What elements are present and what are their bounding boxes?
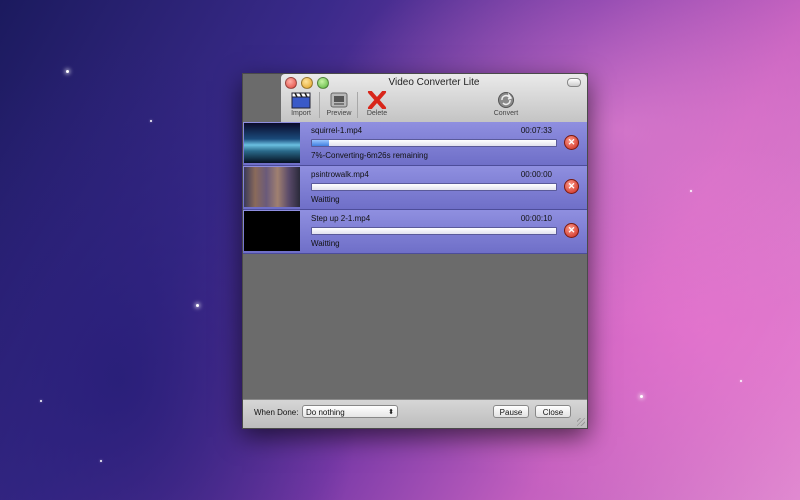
pause-button[interactable]: Pause: [493, 405, 529, 418]
job-status: Waitting: [311, 195, 340, 204]
preview-icon: [330, 92, 348, 108]
job-row[interactable]: Step up 2-1.mp4 00:00:10 Waitting ✕: [243, 210, 587, 254]
job-progress-bar: [311, 139, 557, 147]
star: [640, 395, 643, 398]
video-thumbnail: [244, 123, 300, 163]
close-button[interactable]: Close: [535, 405, 571, 418]
preview-button[interactable]: Preview: [319, 91, 359, 121]
delete-x-icon: [368, 91, 386, 109]
job-file-name: squirrel-1.mp4: [311, 126, 363, 135]
preview-label: Preview: [326, 110, 352, 117]
remove-job-icon[interactable]: ✕: [564, 223, 579, 238]
star: [150, 120, 152, 122]
job-progress-bar: [311, 183, 557, 191]
delete-button[interactable]: Delete: [357, 91, 397, 121]
clapperboard-icon: [291, 92, 311, 109]
convert-label: Convert: [493, 110, 519, 117]
job-status: 7%-Converting-6m26s remaining: [311, 151, 428, 160]
when-done-select[interactable]: Do nothing ⬍: [302, 405, 398, 418]
when-done-label: When Done:: [254, 408, 299, 417]
star: [100, 460, 102, 462]
job-duration: 00:07:33: [520, 126, 552, 135]
import-label: Import: [291, 110, 311, 117]
video-thumbnail: [244, 211, 300, 251]
video-thumbnail: [244, 167, 300, 207]
star: [196, 304, 199, 307]
convert-button[interactable]: Convert: [486, 91, 526, 121]
convert-icon: [498, 92, 514, 108]
job-status: Waitting: [311, 239, 340, 248]
job-row[interactable]: psintrowalk.mp4 00:00:00 Waitting ✕: [243, 166, 587, 210]
toolbar-toggle-button[interactable]: [567, 78, 581, 87]
bottom-bar: When Done: Do nothing ⬍ Pause Close: [243, 399, 587, 428]
job-progress-bar: [311, 227, 557, 235]
job-progress-fill: [312, 140, 330, 146]
job-file-name: Step up 2-1.mp4: [311, 214, 371, 223]
remove-job-icon[interactable]: ✕: [564, 135, 579, 150]
when-done-value: Do nothing: [306, 408, 345, 417]
updown-arrows-icon: ⬍: [388, 409, 394, 416]
remove-job-icon[interactable]: ✕: [564, 179, 579, 194]
star: [66, 70, 69, 73]
job-file-name: psintrowalk.mp4: [311, 170, 369, 179]
job-duration: 00:00:10: [520, 214, 552, 223]
star: [740, 380, 742, 382]
star: [690, 190, 692, 192]
job-list: squirrel-1.mp4 00:07:33 7%-Converting-6m…: [243, 122, 587, 254]
star: [40, 400, 42, 402]
app-window: Video Converter Lite Import Preview Dele…: [242, 73, 588, 429]
job-duration: 00:00:00: [520, 170, 552, 179]
delete-label: Delete: [366, 110, 388, 117]
job-row[interactable]: squirrel-1.mp4 00:07:33 7%-Converting-6m…: [243, 122, 587, 166]
import-button[interactable]: Import: [281, 91, 321, 121]
resize-grip-icon[interactable]: [577, 418, 585, 426]
window-title: Video Converter Lite: [388, 77, 480, 88]
title-bar[interactable]: Video Converter Lite Import Preview Dele…: [281, 74, 587, 123]
